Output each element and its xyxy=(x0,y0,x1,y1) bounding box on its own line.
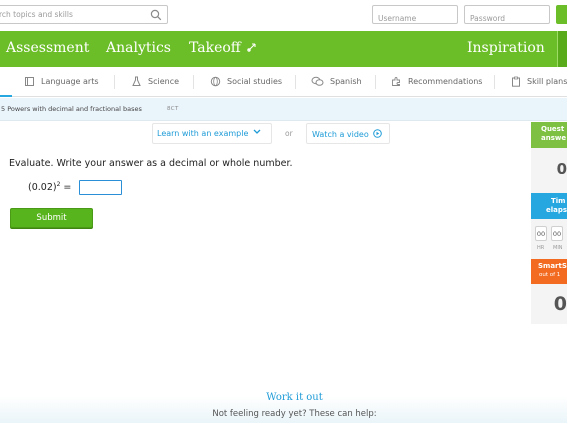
progress-sidebar: Quest answe 0 Tim elaps 00 00 HR MIN Sma… xyxy=(531,122,567,324)
subject-spanish[interactable]: Spanish xyxy=(311,76,362,87)
smartscore-value: 0 xyxy=(553,293,567,315)
speech-icon xyxy=(311,76,324,86)
subject-label: Language arts xyxy=(41,77,99,86)
globe-icon xyxy=(210,76,221,87)
time-label-line2: elaps xyxy=(546,206,567,214)
clock-minutes: 00 xyxy=(551,226,563,241)
search-icon[interactable] xyxy=(150,9,162,21)
subject-recommendations[interactable]: Recommendations xyxy=(391,76,482,87)
divider xyxy=(114,75,115,89)
nav-inspiration[interactable]: Inspiration xyxy=(467,40,545,56)
elapsed-clock: 00 00 HR MIN xyxy=(535,226,567,254)
smartscore-label: SmartS out of 1 xyxy=(531,259,567,284)
equation-base: (0.02) xyxy=(28,182,57,193)
equation: (0.02)2 = xyxy=(28,181,71,193)
subject-science[interactable]: Science xyxy=(131,76,179,87)
divider xyxy=(295,75,296,89)
divider xyxy=(375,75,376,89)
learn-with-example-label: Learn with an example xyxy=(157,129,249,138)
skill-code: 8CT xyxy=(167,106,179,112)
not-ready-text: Not feeling ready yet? These can help: xyxy=(212,409,377,419)
subject-label: Spanish xyxy=(330,77,362,86)
watch-video-label: Watch a video xyxy=(312,130,369,139)
question-prompt: Evaluate. Write your answer as a decimal… xyxy=(9,158,293,169)
clock-minutes-unit: MIN xyxy=(553,245,563,251)
password-field[interactable] xyxy=(465,10,549,27)
sign-in-button[interactable] xyxy=(556,5,567,24)
username-field[interactable] xyxy=(373,10,457,27)
helper-links: Learn with an example or Watch a video xyxy=(152,123,392,144)
questions-label-line2: answe xyxy=(541,134,567,142)
questions-label-line1: Quest xyxy=(541,125,565,133)
subject-label: Skill plans xyxy=(527,77,567,86)
chevron-down-icon xyxy=(253,129,261,134)
top-bar xyxy=(0,0,567,31)
subject-label: Science xyxy=(148,77,180,86)
nav-assessment[interactable]: Assessment xyxy=(6,40,89,56)
nav-analytics[interactable]: Analytics xyxy=(106,40,171,56)
clock-hours-unit: HR xyxy=(537,245,545,251)
work-it-out-heading: Work it out xyxy=(266,392,323,403)
time-elapsed-label: Tim elaps xyxy=(531,193,567,219)
questions-answered-count: 0 xyxy=(556,160,567,178)
equation-equals: = xyxy=(60,182,72,193)
search-input[interactable] xyxy=(0,6,145,23)
clock-hours: 00 xyxy=(535,226,547,241)
book-icon xyxy=(25,77,34,86)
smartscore-label-line2: out of 1 xyxy=(539,272,561,278)
main-nav: Assessment Analytics Takeoff Inspiration xyxy=(0,31,567,67)
questions-answered-label: Quest answe xyxy=(531,122,567,148)
subject-social-studies[interactable]: Social studies xyxy=(210,76,282,87)
nav-takeoff[interactable]: Takeoff xyxy=(189,40,258,56)
rocket-icon xyxy=(247,43,256,52)
or-separator: or xyxy=(285,129,293,138)
subject-language-arts[interactable]: Language arts xyxy=(24,76,99,87)
submit-button[interactable]: Submit xyxy=(10,208,93,228)
flask-icon xyxy=(132,76,141,86)
subject-label: Recommendations xyxy=(408,77,483,86)
clipboard-icon xyxy=(512,76,520,87)
nav-takeoff-label: Takeoff xyxy=(189,40,241,56)
learn-with-example-button[interactable]: Learn with an example xyxy=(152,123,272,144)
subject-nav: Language arts Science Social studies Spa… xyxy=(0,67,567,97)
smartscore-label-line1: SmartS xyxy=(538,262,567,270)
breadcrumb: 5 Powers with decimal and fractional bas… xyxy=(0,98,567,121)
divider xyxy=(193,75,194,89)
active-subject-indicator xyxy=(0,95,12,97)
answer-input[interactable] xyxy=(79,180,122,195)
username-field-wrapper xyxy=(372,5,458,27)
subject-skill-plans[interactable]: Skill plans xyxy=(511,76,567,87)
watch-video-button[interactable]: Watch a video xyxy=(306,123,390,144)
search-box[interactable] xyxy=(0,5,168,24)
time-label-line1: Tim xyxy=(551,197,566,205)
divider xyxy=(494,75,495,89)
puzzle-icon xyxy=(392,77,400,86)
skill-name: 5 Powers with decimal and fractional bas… xyxy=(1,105,142,113)
password-field-wrapper xyxy=(464,5,550,27)
nav-overflow-tab[interactable] xyxy=(557,31,567,67)
play-circle-icon xyxy=(373,129,383,138)
subject-label: Social studies xyxy=(227,77,283,86)
